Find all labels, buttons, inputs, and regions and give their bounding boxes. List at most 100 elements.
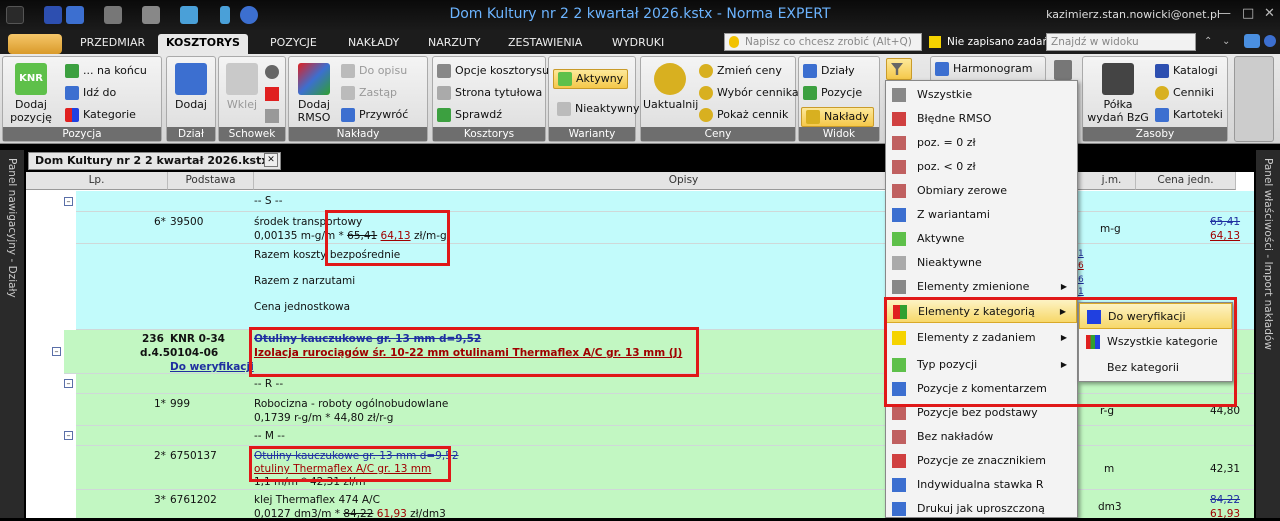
- group-label-pozycja: Pozycja: [3, 127, 161, 141]
- restore-button[interactable]: Przywróć: [341, 107, 408, 123]
- menu-item-label: Pozycje ze znacznikiem: [917, 454, 1046, 467]
- funnel-icon: [892, 88, 906, 102]
- collapse-icon[interactable]: –: [64, 379, 73, 388]
- replace-label: Zastąp: [359, 86, 398, 99]
- section-header: -- M --: [254, 430, 285, 442]
- menu-item-print-simplified[interactable]: Drukuj jak uproszczoną: [886, 497, 1077, 521]
- pricelists-label: Cenniki: [1173, 86, 1214, 99]
- row-lp: 6*: [154, 216, 166, 228]
- inactive-variant-button[interactable]: Nieaktywny: [557, 101, 639, 117]
- menu-item-zero[interactable]: poz. = 0 zł: [886, 131, 1077, 155]
- tab-naklady[interactable]: NAKŁADY: [340, 34, 407, 54]
- collapse-icon[interactable]: –: [52, 347, 61, 356]
- catalogs-button[interactable]: Katalogi: [1155, 63, 1218, 79]
- replace-button[interactable]: Zastąp: [341, 85, 397, 101]
- update-prices-button[interactable]: Uaktualnij: [643, 63, 698, 111]
- tab-zestawienia[interactable]: ZESTAWIENIA: [500, 34, 590, 54]
- menu-item-bad-rmso[interactable]: Błędne RMSO: [886, 107, 1077, 131]
- add-rmso-button[interactable]: Dodaj RMSO: [291, 63, 337, 124]
- menu-item-active[interactable]: Aktywne: [886, 227, 1077, 251]
- find-in-view-input[interactable]: Znajdź w widoku: [1046, 33, 1196, 51]
- delete-icon[interactable]: [265, 109, 279, 123]
- paste-button[interactable]: Wklej: [223, 63, 261, 111]
- tab-wydruki[interactable]: WYDRUKI: [604, 34, 672, 54]
- menu-item-label: Wszystkie: [917, 88, 973, 101]
- pick-pricelist-button[interactable]: Wybór cennika: [699, 85, 799, 101]
- find-up-icon[interactable]: ⌃: [1204, 36, 1212, 47]
- calculator-icon[interactable]: [1054, 60, 1072, 80]
- right-properties-panel[interactable]: Panel właściwości - Import nakładów: [1256, 150, 1280, 518]
- arrow-right-icon: [65, 86, 79, 100]
- view-sections-button[interactable]: Działy: [803, 63, 855, 79]
- find-down-icon[interactable]: ⌄: [1222, 36, 1230, 47]
- menu-item-no-resources[interactable]: Bez nakładów: [886, 425, 1077, 449]
- user-email[interactable]: kazimierz.stan.nowicki@onet.pl: [1046, 8, 1220, 21]
- collapse-icon[interactable]: –: [64, 431, 73, 440]
- menu-item-label: Bez nakładów: [917, 430, 994, 443]
- add-section-button[interactable]: Dodaj: [171, 63, 211, 111]
- menu-item-variants[interactable]: Z wariantami: [886, 203, 1077, 227]
- view-resources-button[interactable]: Nakłady: [801, 107, 874, 127]
- copy-icon[interactable]: [265, 87, 279, 101]
- left-nav-panel[interactable]: Panel nawigacyjny - Działy: [0, 150, 24, 518]
- view-positions-button[interactable]: Pozycje: [803, 85, 862, 101]
- col-jm[interactable]: j.m.: [1088, 172, 1136, 190]
- view-positions-label: Pozycje: [821, 86, 863, 99]
- sections-icon: [803, 64, 817, 78]
- close-icon[interactable]: ✕: [1264, 6, 1275, 21]
- goto-button[interactable]: Idź do: [65, 85, 116, 101]
- add-position-button[interactable]: KNR Dodaj pozycję: [7, 63, 55, 124]
- knr-icon: KNR: [15, 63, 47, 95]
- menu-item-inactive[interactable]: Nieaktywne: [886, 251, 1077, 275]
- qty-text: 0,0127 dm3/m *: [254, 508, 341, 518]
- filter-dropdown-button[interactable]: [886, 58, 912, 80]
- collapse-icon[interactable]: –: [64, 197, 73, 206]
- shelf-label-2: wydań BzG: [1087, 111, 1149, 124]
- tell-me-input[interactable]: Napisz co chcesz zrobić (Alt+Q): [724, 33, 922, 51]
- check-button[interactable]: Sprawdź: [437, 107, 502, 123]
- menu-item-zero-quantities[interactable]: Obmiary zerowe: [886, 179, 1077, 203]
- menu-item-all[interactable]: Wszystkie: [886, 83, 1077, 107]
- document-tab[interactable]: Dom Kultury nr 2 2 kwartał 2026.kstx*: [28, 152, 282, 170]
- binoculars-icon[interactable]: [1244, 34, 1260, 48]
- maximize-icon[interactable]: □: [1242, 6, 1254, 21]
- minimize-icon[interactable]: —: [1218, 6, 1231, 21]
- help-circle-icon[interactable]: [1264, 35, 1276, 47]
- office-button[interactable]: [8, 34, 62, 54]
- tab-przedmiar[interactable]: PRZEDMIAR: [72, 34, 153, 54]
- unit-price: Cena jednostkowa: [254, 301, 351, 313]
- title-page-button[interactable]: Strona tytułowa: [437, 85, 542, 101]
- tab-pozycje[interactable]: POZYCJE: [262, 34, 325, 54]
- schedule-button[interactable]: Harmonogram: [935, 61, 1032, 77]
- col-cena[interactable]: Cena jedn.: [1136, 172, 1236, 190]
- menu-item-negative[interactable]: poz. < 0 zł: [886, 155, 1077, 179]
- show-pricelist-button[interactable]: Pokaż cennik: [699, 107, 788, 123]
- col-podstawa[interactable]: Podstawa: [168, 172, 254, 190]
- add-at-end-button[interactable]: ... na końcu: [65, 63, 147, 79]
- menu-item-label: Nieaktywne: [917, 256, 982, 269]
- unsaved-tasks[interactable]: Nie zapisano zadań: [927, 33, 1049, 51]
- menu-item-changed[interactable]: Elementy zmienione ▶: [886, 275, 1077, 299]
- menu-item-with-marker[interactable]: Pozycje ze znacznikiem: [886, 449, 1077, 473]
- cards-icon: [1155, 108, 1169, 122]
- col-lp[interactable]: Lp.: [26, 172, 168, 190]
- show-pricelist-label: Pokaż cennik: [717, 108, 789, 121]
- menu-item-individual-rate[interactable]: Indywidualna stawka R: [886, 473, 1077, 497]
- close-document-icon[interactable]: ✕: [264, 153, 278, 167]
- ribbon-scroll-right[interactable]: [1234, 56, 1274, 142]
- menu-item-label: Obmiary zerowe: [917, 184, 1007, 197]
- categories-button[interactable]: Kategorie: [65, 107, 136, 123]
- category-link[interactable]: Do weryfikacji: [170, 360, 254, 374]
- change-prices-button[interactable]: Zmień ceny: [699, 63, 782, 79]
- pricelists-button[interactable]: Cenniki: [1155, 85, 1214, 101]
- tab-kosztorys[interactable]: KOSZTORYS: [158, 34, 248, 54]
- active-variant-button[interactable]: Aktywny: [553, 69, 629, 89]
- row-description-2: 0,0127 dm3/m * 84,22 61,93 zł/dm3: [254, 507, 446, 518]
- options-button[interactable]: Opcje kosztorysu: [437, 63, 549, 79]
- cards-button[interactable]: Kartoteki: [1155, 107, 1223, 123]
- cut-icon[interactable]: [265, 65, 279, 79]
- catalogs-label: Katalogi: [1173, 64, 1218, 77]
- tab-narzuty[interactable]: NARZUTY: [420, 34, 488, 54]
- shelf-button[interactable]: Półka wydań BzG: [1087, 63, 1149, 124]
- into-description-button[interactable]: Do opisu: [341, 63, 407, 79]
